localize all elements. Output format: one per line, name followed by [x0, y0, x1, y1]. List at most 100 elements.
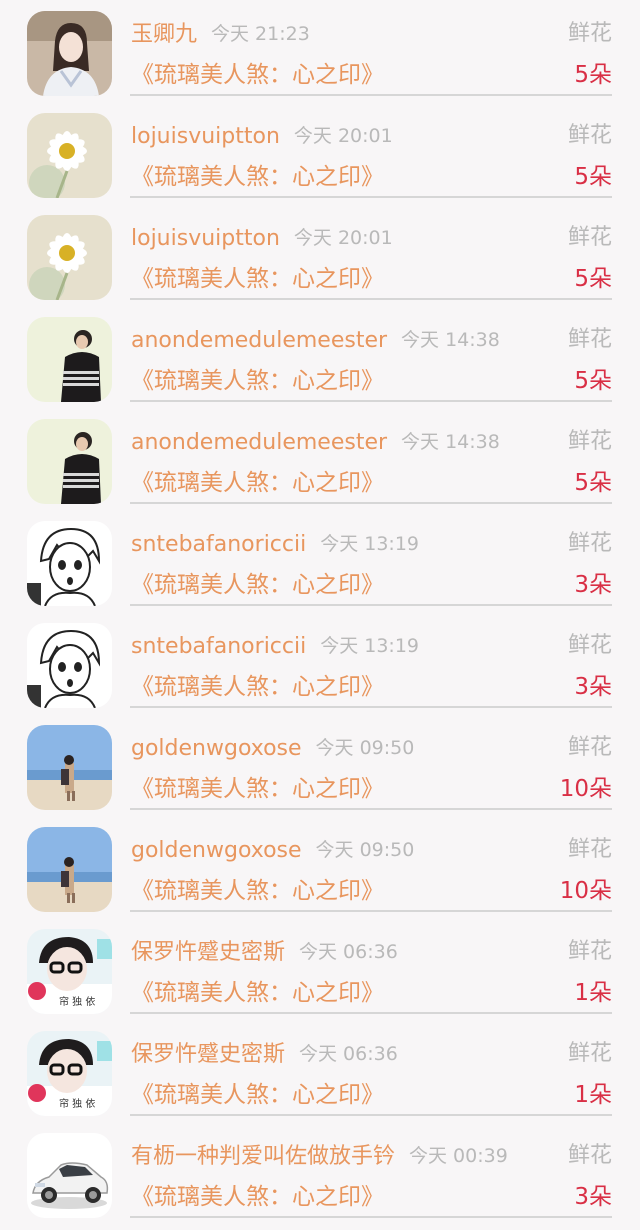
user-avatar[interactable]: [27, 317, 112, 402]
gift-count: 10朵: [559, 776, 612, 802]
username[interactable]: 有枥一种判爱叫佐做放手钤 今天 00:39: [131, 1142, 508, 1171]
gift-record-row[interactable]: lojuisvuiptton 今天 20:01 鲜花 《琉璃美人煞：心之印》 5朵: [0, 102, 640, 204]
username[interactable]: lojuisvuiptton 今天 20:01: [131, 122, 393, 151]
book-title[interactable]: 《琉璃美人煞：心之印》: [131, 366, 384, 396]
row-divider: [130, 196, 612, 198]
username[interactable]: 保罗忤蹙史密斯 今天 06:36: [131, 938, 398, 967]
gift-count: 3朵: [574, 1184, 612, 1210]
book-title[interactable]: 《琉璃美人煞：心之印》: [131, 774, 384, 804]
user-avatar[interactable]: [27, 215, 112, 300]
gift-record-row[interactable]: anondemedulemeester 今天 14:38 鲜花 《琉璃美人煞：心之…: [0, 306, 640, 408]
gift-record-row[interactable]: sntebafanoriccii 今天 13:19 鲜花 《琉璃美人煞：心之印》 …: [0, 612, 640, 714]
gift-record-row[interactable]: 有枥一种判爱叫佐做放手钤 今天 00:39 鲜花 《琉璃美人煞：心之印》 3朵: [0, 1122, 640, 1224]
row-divider: [130, 1012, 612, 1014]
username-text[interactable]: lojuisvuiptton: [131, 226, 280, 251]
gift-type-label: 鲜花: [567, 837, 612, 862]
username-text[interactable]: anondemedulemeester: [131, 430, 387, 455]
gift-type-label: 鲜花: [567, 939, 612, 964]
gift-record-row[interactable]: goldenwgoxose 今天 09:50 鲜花 《琉璃美人煞：心之印》 10朵: [0, 816, 640, 918]
book-title[interactable]: 《琉璃美人煞：心之印》: [131, 978, 384, 1008]
gift-record-row[interactable]: lojuisvuiptton 今天 20:01 鲜花 《琉璃美人煞：心之印》 5朵: [0, 204, 640, 306]
username[interactable]: sntebafanoriccii 今天 13:19: [131, 632, 419, 661]
book-title[interactable]: 《琉璃美人煞：心之印》: [131, 672, 384, 702]
gift-count: 10朵: [559, 878, 612, 904]
gift-type-label: 鲜花: [567, 21, 612, 46]
gift-type-label: 鲜花: [567, 429, 612, 454]
gift-record-row[interactable]: 帘 独 依 保罗忤蹙史密斯 今天 06:36 鲜花 《琉璃美人煞：心之印》 1朵: [0, 1020, 640, 1122]
book-title[interactable]: 《琉璃美人煞：心之印》: [131, 876, 384, 906]
username-text[interactable]: lojuisvuiptton: [131, 124, 280, 149]
row-divider: [130, 604, 612, 606]
gift-count: 1朵: [574, 1082, 612, 1108]
user-avatar[interactable]: 帘 独 依: [27, 929, 112, 1014]
book-title[interactable]: 《琉璃美人煞：心之印》: [131, 162, 384, 192]
row-divider: [130, 94, 612, 96]
username-text[interactable]: sntebafanoriccii: [131, 634, 306, 659]
username[interactable]: goldenwgoxose 今天 09:50: [131, 734, 414, 763]
row-divider: [130, 1216, 612, 1218]
user-avatar[interactable]: 帘 独 依: [27, 1031, 112, 1116]
timestamp: 今天 09:50: [315, 737, 415, 759]
username[interactable]: lojuisvuiptton 今天 20:01: [131, 224, 393, 253]
username-text[interactable]: 有枥一种判爱叫佐做放手钤: [131, 1144, 395, 1169]
gift-type-label: 鲜花: [567, 225, 612, 250]
row-divider: [130, 1114, 612, 1116]
username[interactable]: anondemedulemeester 今天 14:38: [131, 326, 500, 355]
timestamp: 今天 14:38: [401, 329, 500, 351]
username-text[interactable]: goldenwgoxose: [131, 838, 302, 863]
book-title[interactable]: 《琉璃美人煞：心之印》: [131, 468, 384, 498]
timestamp: 今天 21:23: [211, 23, 310, 45]
gift-type-label: 鲜花: [567, 633, 612, 658]
user-avatar[interactable]: [27, 623, 112, 708]
row-divider: [130, 910, 612, 912]
user-avatar[interactable]: [27, 521, 112, 606]
timestamp: 今天 20:01: [293, 227, 393, 249]
book-title[interactable]: 《琉璃美人煞：心之印》: [131, 1080, 384, 1110]
book-title[interactable]: 《琉璃美人煞：心之印》: [131, 60, 384, 90]
timestamp: 今天 13:19: [320, 635, 420, 657]
gift-type-label: 鲜花: [567, 735, 612, 760]
timestamp: 今天 13:19: [320, 533, 420, 555]
username-text[interactable]: 保罗忤蹙史密斯: [131, 940, 285, 965]
gift-type-label: 鲜花: [567, 327, 612, 352]
gift-record-row[interactable]: anondemedulemeester 今天 14:38 鲜花 《琉璃美人煞：心之…: [0, 408, 640, 510]
gift-type-label: 鲜花: [567, 123, 612, 148]
gift-type-label: 鲜花: [567, 531, 612, 556]
username-text[interactable]: goldenwgoxose: [131, 736, 302, 761]
book-title[interactable]: 《琉璃美人煞：心之印》: [131, 264, 384, 294]
gift-count: 5朵: [574, 470, 612, 496]
gift-count: 5朵: [574, 266, 612, 292]
username-text[interactable]: sntebafanoriccii: [131, 532, 306, 557]
svg-text:帘 独 依: 帘 独 依: [59, 995, 95, 1008]
username[interactable]: sntebafanoriccii 今天 13:19: [131, 530, 419, 559]
gift-count: 3朵: [574, 674, 612, 700]
user-avatar[interactable]: [27, 725, 112, 810]
user-avatar[interactable]: [27, 11, 112, 96]
username[interactable]: anondemedulemeester 今天 14:38: [131, 428, 500, 457]
gift-record-row[interactable]: goldenwgoxose 今天 09:50 鲜花 《琉璃美人煞：心之印》 10朵: [0, 714, 640, 816]
timestamp: 今天 00:39: [409, 1145, 508, 1167]
user-avatar[interactable]: [27, 113, 112, 198]
book-title[interactable]: 《琉璃美人煞：心之印》: [131, 570, 384, 600]
gift-count: 5朵: [574, 62, 612, 88]
row-divider: [130, 400, 612, 402]
gift-count: 5朵: [574, 164, 612, 190]
username-text[interactable]: 玉卿九: [131, 22, 197, 47]
book-title[interactable]: 《琉璃美人煞：心之印》: [131, 1182, 384, 1212]
user-avatar[interactable]: [27, 827, 112, 912]
gift-record-row[interactable]: 帘 独 依 保罗忤蹙史密斯 今天 06:36 鲜花 《琉璃美人煞：心之印》 1朵: [0, 918, 640, 1020]
username-text[interactable]: anondemedulemeester: [131, 328, 387, 353]
gift-count: 1朵: [574, 980, 612, 1006]
gift-record-row[interactable]: sntebafanoriccii 今天 13:19 鲜花 《琉璃美人煞：心之印》 …: [0, 510, 640, 612]
row-divider: [130, 808, 612, 810]
gift-record-row[interactable]: 玉卿九 今天 21:23 鲜花 《琉璃美人煞：心之印》 5朵: [0, 0, 640, 102]
timestamp: 今天 06:36: [299, 1043, 398, 1065]
timestamp: 今天 20:01: [293, 125, 393, 147]
username[interactable]: 保罗忤蹙史密斯 今天 06:36: [131, 1040, 398, 1069]
timestamp: 今天 14:38: [401, 431, 500, 453]
username-text[interactable]: 保罗忤蹙史密斯: [131, 1042, 285, 1067]
username[interactable]: goldenwgoxose 今天 09:50: [131, 836, 414, 865]
user-avatar[interactable]: [27, 1133, 112, 1218]
username[interactable]: 玉卿九 今天 21:23: [131, 20, 310, 49]
user-avatar[interactable]: [27, 419, 112, 504]
